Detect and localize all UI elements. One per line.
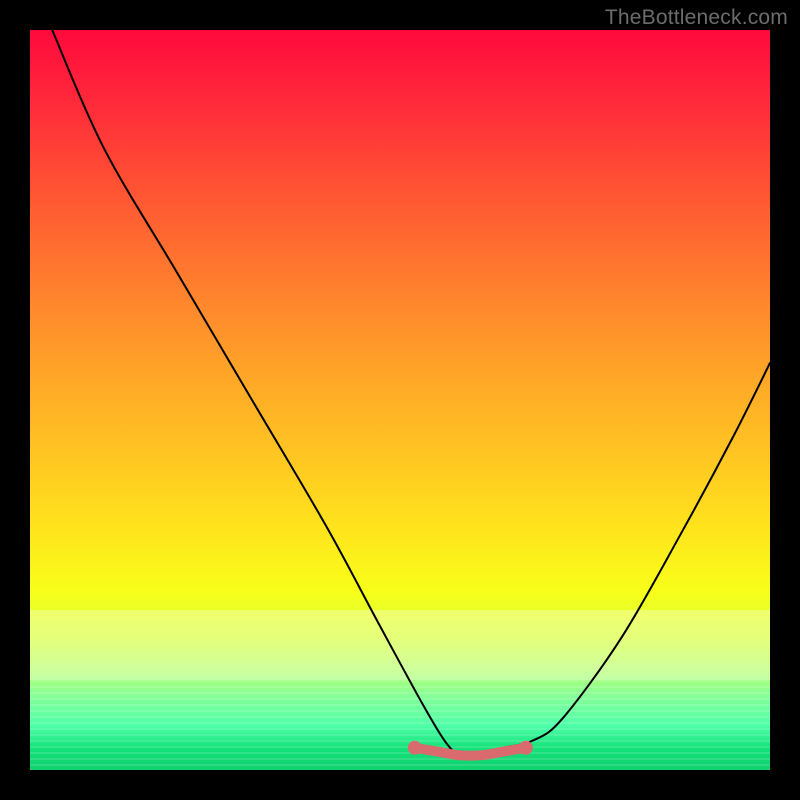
bottom-stripes-overlay [30,680,770,770]
flat-bottom-highlight-path [415,748,526,756]
curve-svg [30,30,770,770]
highlight-dot-right [519,741,533,755]
chart-frame: TheBottleneck.com [0,0,800,800]
highlight-dot-left [408,741,422,755]
bottleneck-curve-path [52,30,770,757]
watermark-text: TheBottleneck.com [605,6,788,30]
plot-area [30,30,770,770]
pale-band-overlay [30,610,770,680]
